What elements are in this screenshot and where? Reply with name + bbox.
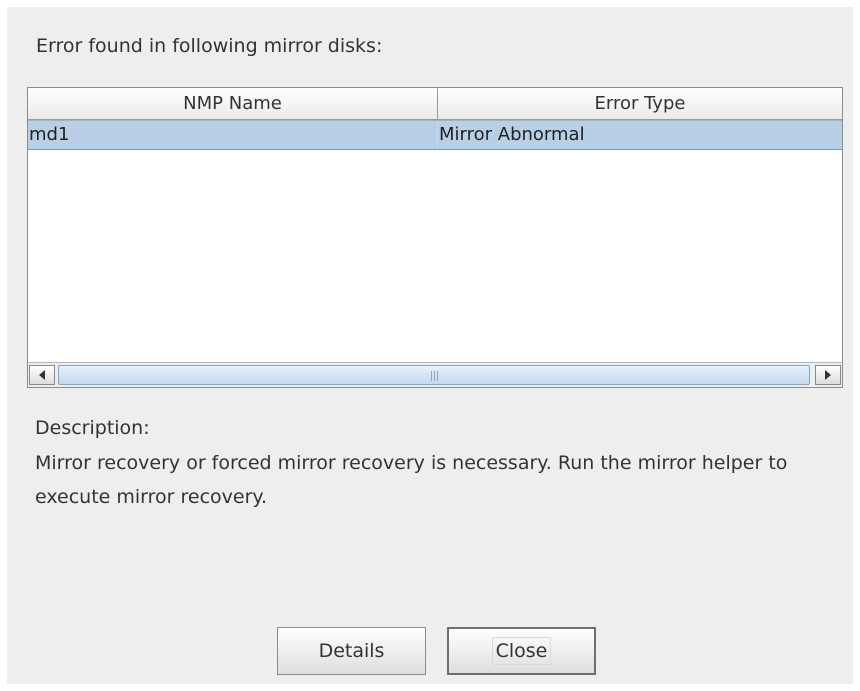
table-row[interactable]: md1 Mirror Abnormal xyxy=(28,120,842,150)
column-header-nmp-name[interactable]: NMP Name xyxy=(28,88,438,119)
mirror-error-dialog: Error found in following mirror disks: N… xyxy=(7,7,853,684)
cell-nmp-name[interactable]: md1 xyxy=(28,121,438,149)
description-text: Mirror recovery or forced mirror recover… xyxy=(35,452,788,508)
scroll-right-button[interactable] xyxy=(815,365,841,385)
arrow-right-icon xyxy=(825,370,831,380)
close-button-label: Close xyxy=(491,637,552,665)
arrow-left-icon xyxy=(39,370,45,380)
table-header: NMP Name Error Type xyxy=(28,88,842,120)
column-header-error-type[interactable]: Error Type xyxy=(438,88,842,119)
close-button[interactable]: Close xyxy=(447,627,596,675)
description-label: Description: xyxy=(35,417,150,439)
dialog-heading: Error found in following mirror disks: xyxy=(36,35,383,57)
scroll-left-button[interactable] xyxy=(29,365,55,385)
grip-icon xyxy=(431,371,439,381)
mirror-disk-table: NMP Name Error Type md1 Mirror Abnormal xyxy=(27,87,843,388)
cell-error-type[interactable]: Mirror Abnormal xyxy=(438,121,842,149)
horizontal-scrollbar[interactable] xyxy=(28,362,842,387)
scrollbar-thumb[interactable] xyxy=(58,365,810,385)
details-button[interactable]: Details xyxy=(277,627,426,675)
